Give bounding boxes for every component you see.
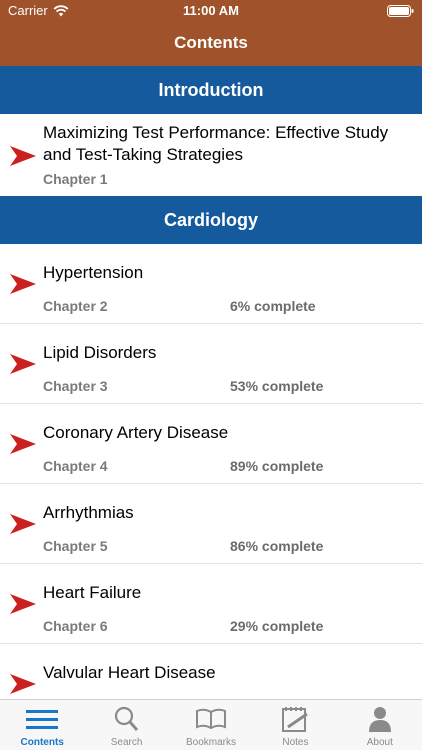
list-icon [26,710,59,729]
tab-search[interactable]: Search [84,700,168,750]
chapter-progress: 86% complete [230,538,324,554]
chapter-title: Lipid Disorders [43,343,157,362]
section-header-introduction: Introduction [0,66,422,114]
person-icon [368,707,391,732]
search-icon [114,706,138,731]
chapter-number: Chapter 5 [43,538,108,554]
notepad-icon [282,707,309,732]
tab-label: Search [110,737,143,748]
chapter-progress: 53% complete [230,378,324,394]
tab-label: Bookmarks [186,737,237,748]
chapter-number: Chapter 4 [43,458,108,474]
chapter-row[interactable]: Lipid Disorders Chapter 3 53% complete [0,324,422,404]
red-arrow-icon [10,274,36,294]
chapter-progress: 29% complete [230,618,324,634]
tab-label: Contents [20,737,64,748]
chapter-row[interactable]: Hypertension Chapter 2 6% complete [0,244,422,324]
tab-bookmarks[interactable]: Bookmarks [169,700,253,750]
chapter-number: Chapter 2 [43,298,108,314]
chapter-row[interactable]: Heart Failure Chapter 6 29% complete [0,564,422,644]
red-arrow-icon [10,674,36,694]
section-header-cardiology: Cardiology [0,196,422,244]
chapter-row[interactable]: Coronary Artery Disease Chapter 4 89% co… [0,404,422,484]
red-arrow-icon [10,514,36,534]
battery-icon [387,5,414,17]
status-time: 11:00 AM [183,3,239,18]
chapter-title: Coronary Artery Disease [43,423,229,442]
tab-bar: Contents Search Bookmarks Notes About [0,699,422,750]
chapter-number: Chapter 3 [43,378,108,394]
chapter-title: Heart Failure [43,583,142,602]
app-header: Carrier 11:00 AM Contents [0,0,422,66]
red-arrow-icon [10,146,36,166]
tab-about[interactable]: About [338,700,422,750]
chapter-number: Chapter 6 [43,618,108,634]
chapter-row[interactable]: Arrhythmias Chapter 5 86% complete [0,484,422,564]
status-bar: Carrier 11:00 AM [0,0,422,22]
book-icon [196,708,227,730]
red-arrow-icon [10,594,36,614]
red-arrow-icon [10,434,36,454]
chapter-number: Chapter 1 [43,171,108,187]
chapter-title: Maximizing Test Performance: Effective S… [43,123,389,164]
chapter-progress: 6% complete [230,298,316,314]
chapter-row[interactable]: Maximizing Test Performance: Effective S… [0,114,422,196]
tab-label: About [366,737,393,748]
tab-notes[interactable]: Notes [253,700,337,750]
tab-contents[interactable]: Contents [0,700,84,750]
chapter-progress: 89% complete [230,458,324,474]
chapter-title: Arrhythmias [43,503,134,522]
red-arrow-icon [10,354,36,374]
chapter-row[interactable]: Valvular Heart Disease [0,644,422,699]
chapter-title: Valvular Heart Disease [43,663,216,682]
contents-list[interactable]: Introduction Maximizing Test Performance… [0,66,422,699]
chapter-title: Hypertension [43,263,144,282]
page-title: Contents [174,33,248,52]
tab-label: Notes [282,737,309,748]
